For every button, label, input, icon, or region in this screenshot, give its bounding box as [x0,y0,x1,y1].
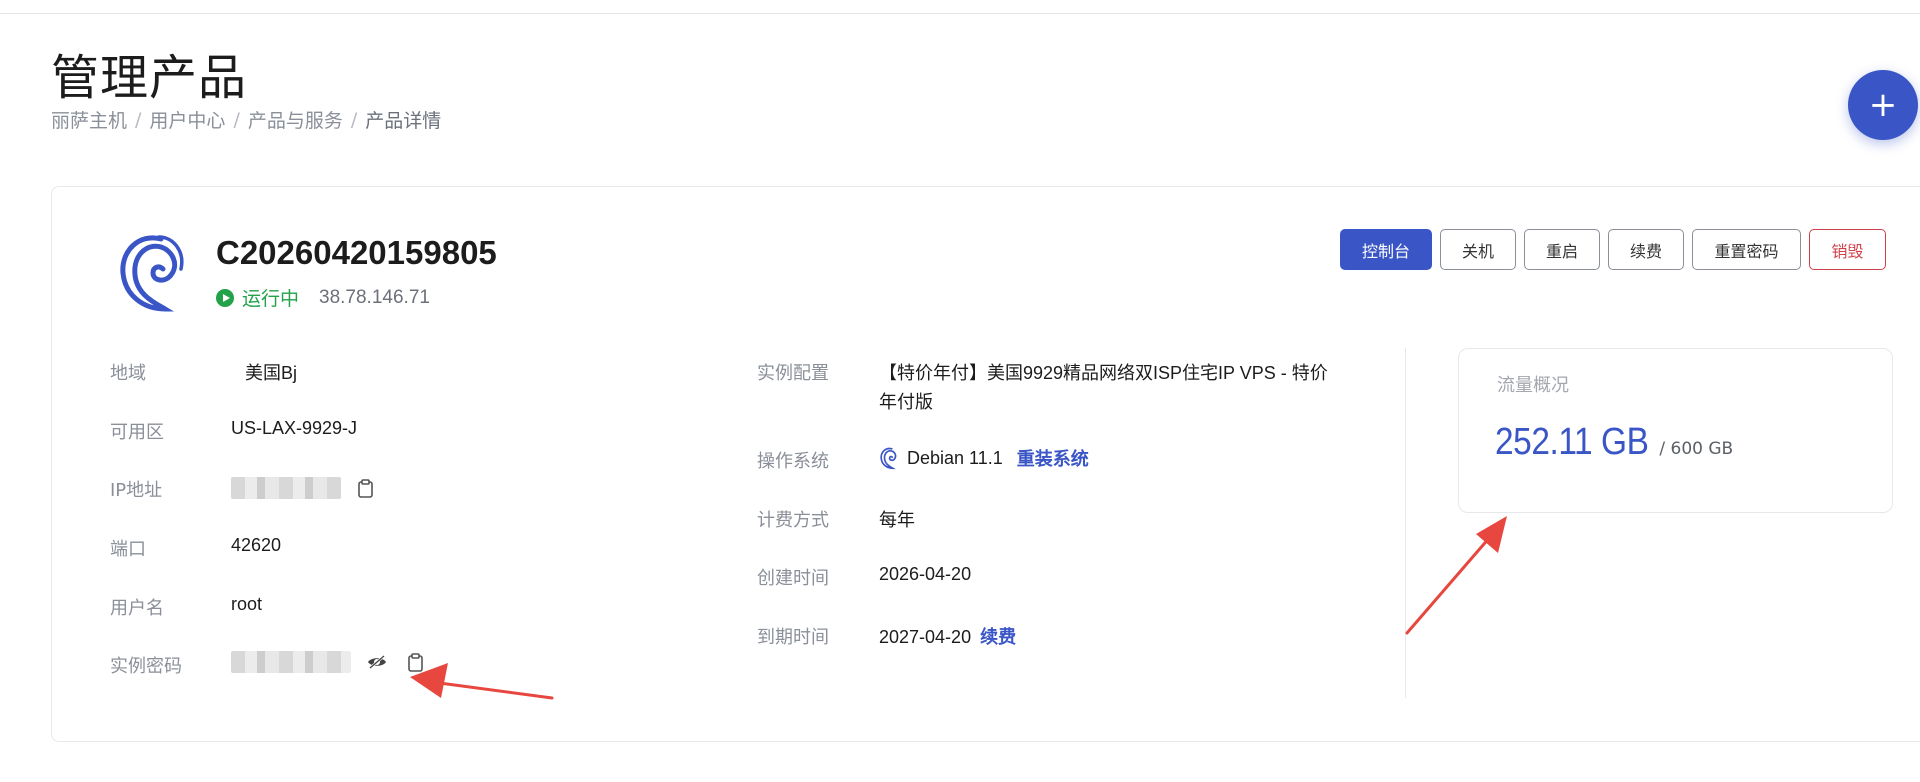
password-arrow [410,663,554,700]
annotation-arrows [410,516,1507,700]
traffic-arrow [1405,516,1507,635]
